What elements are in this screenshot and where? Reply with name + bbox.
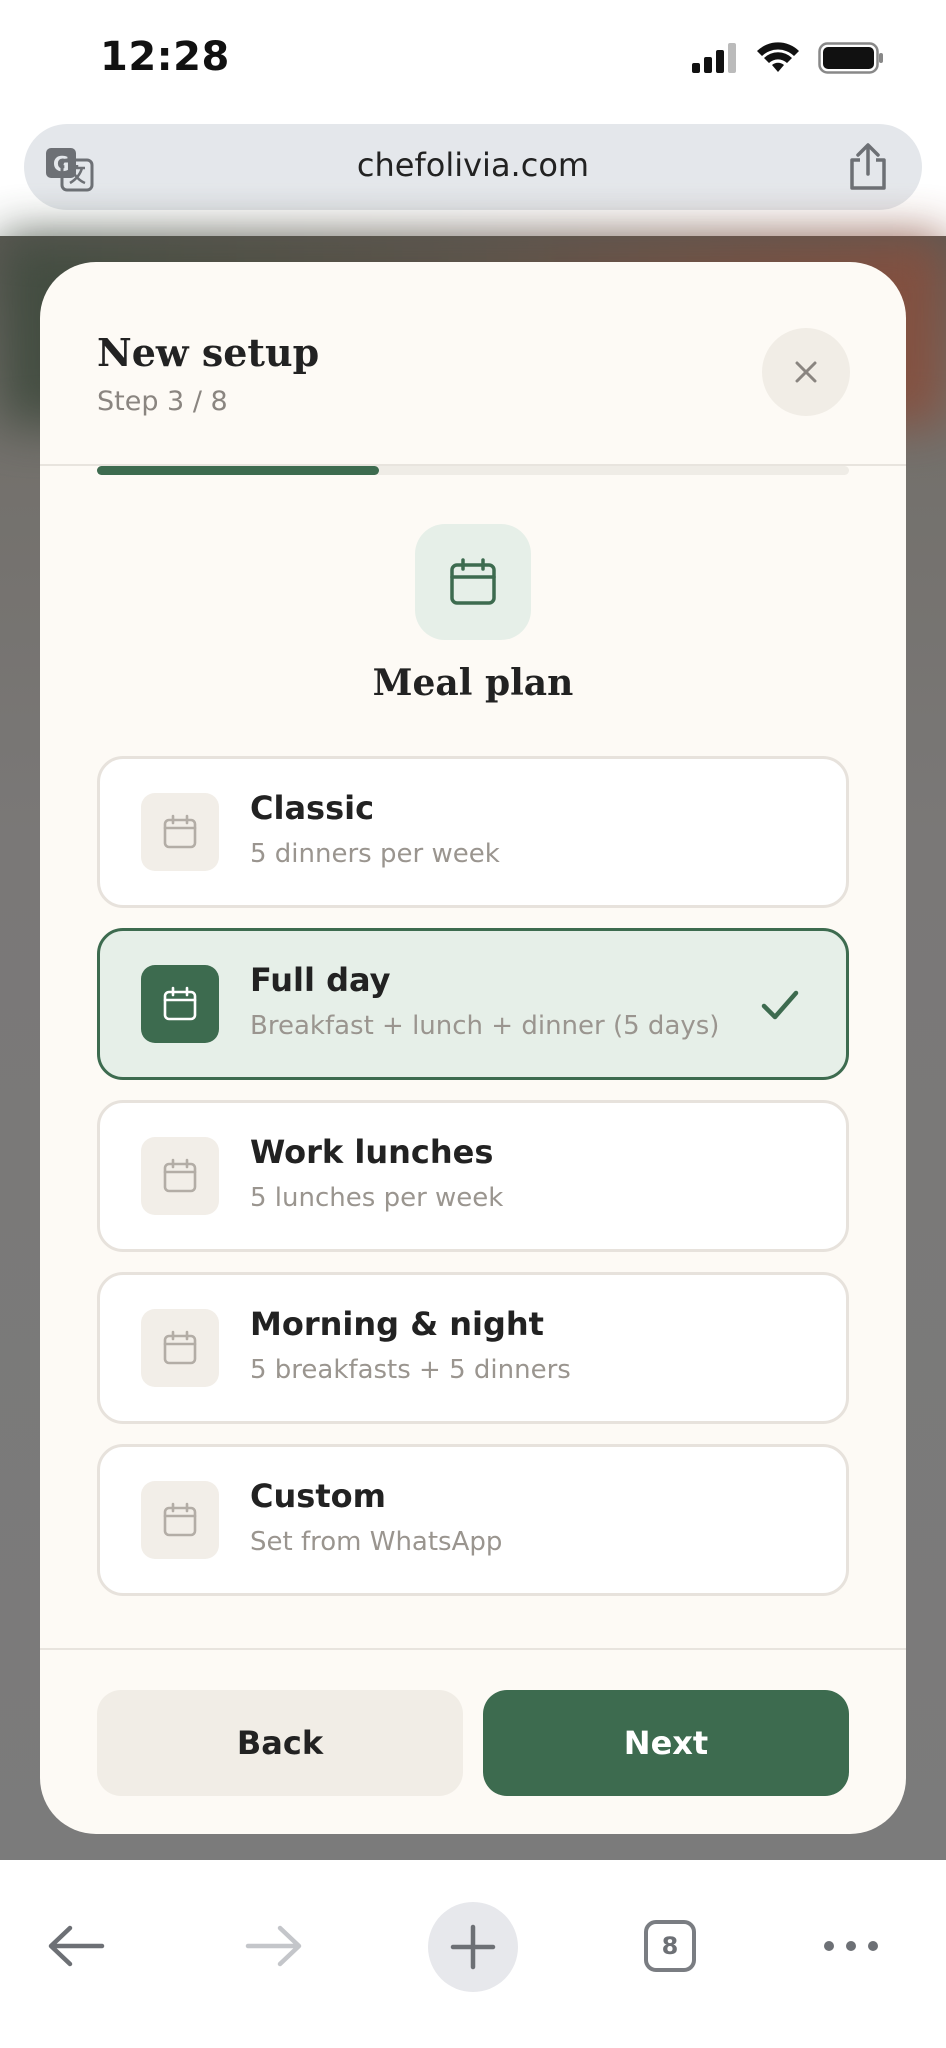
option-icon-tile [141, 965, 219, 1043]
progress-fill [97, 466, 379, 475]
calendar-icon [163, 1158, 197, 1193]
status-time: 12:28 [100, 34, 230, 80]
hero-icon-tile [415, 524, 531, 640]
calendar-icon [163, 1330, 197, 1365]
meal-plan-options: Classic 5 dinners per week Full day Brea… [97, 756, 849, 1616]
forward-nav-button[interactable] [238, 1910, 310, 1982]
calendar-icon [163, 1502, 197, 1537]
option-icon-tile [141, 1481, 219, 1559]
option-icon-tile [141, 1137, 219, 1215]
back-button[interactable]: Back [97, 1690, 463, 1796]
option-work-lunches[interactable]: Work lunches 5 lunches per week [97, 1100, 849, 1252]
option-subtitle: 5 lunches per week [250, 1183, 504, 1213]
plus-icon [450, 1924, 496, 1970]
progress-bar [97, 466, 849, 475]
tab-switcher-button[interactable]: 8 [640, 1916, 700, 1976]
option-custom[interactable]: Custom Set from WhatsApp [97, 1444, 849, 1596]
option-title: Custom [250, 1477, 386, 1515]
more-menu-button[interactable] [816, 1916, 886, 1976]
wifi-icon [757, 42, 799, 72]
close-button[interactable] [762, 328, 850, 416]
option-title: Morning & night [250, 1305, 544, 1343]
battery-icon [818, 42, 883, 74]
address-bar[interactable]: G chefolivia.com [24, 124, 922, 210]
option-title: Full day [250, 961, 391, 999]
close-icon [795, 361, 817, 383]
calendar-icon [163, 814, 197, 849]
setup-modal: New setup Step 3 / 8 Meal plan Classic 5… [40, 262, 906, 1834]
option-subtitle: 5 breakfasts + 5 dinners [250, 1355, 571, 1385]
arrow-left-icon [48, 1925, 105, 1967]
checkmark-icon [761, 990, 799, 1020]
option-morning-night[interactable]: Morning & night 5 breakfasts + 5 dinners [97, 1272, 849, 1424]
step-indicator: Step 3 / 8 [97, 386, 228, 417]
option-title: Classic [250, 789, 375, 827]
url-text[interactable]: chefolivia.com [24, 146, 922, 184]
share-icon[interactable] [846, 142, 890, 192]
calendar-icon [450, 558, 496, 605]
option-full-day[interactable]: Full day Breakfast + lunch + dinner (5 d… [97, 928, 849, 1080]
option-subtitle: 5 dinners per week [250, 839, 500, 869]
next-button[interactable]: Next [483, 1690, 849, 1796]
option-classic[interactable]: Classic 5 dinners per week [97, 756, 849, 908]
more-dots-icon [824, 1941, 878, 1951]
footer-divider [40, 1648, 906, 1650]
browser-toolbar: 8 [0, 1860, 946, 2048]
option-icon-tile [141, 1309, 219, 1387]
new-tab-button[interactable] [428, 1902, 518, 1992]
status-icons [692, 42, 884, 74]
option-icon-tile [141, 793, 219, 871]
arrow-right-icon [245, 1925, 302, 1967]
status-bar: 12:28 [0, 0, 946, 120]
option-subtitle: Breakfast + lunch + dinner (5 days) [250, 1011, 720, 1041]
option-title: Work lunches [250, 1133, 494, 1171]
back-nav-button[interactable] [40, 1910, 112, 1982]
option-subtitle: Set from WhatsApp [250, 1527, 503, 1557]
tab-count: 8 [644, 1920, 696, 1972]
modal-title: New setup [97, 330, 320, 375]
calendar-icon [163, 986, 197, 1021]
section-title: Meal plan [372, 662, 574, 704]
cellular-signal-icon [692, 43, 736, 73]
